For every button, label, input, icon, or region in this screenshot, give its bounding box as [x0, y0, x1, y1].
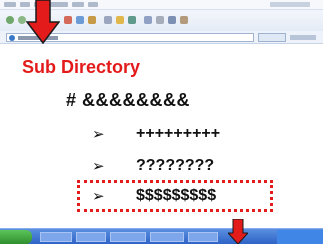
- edit-icon[interactable]: [168, 16, 176, 24]
- arrow-bullet-icon: ➢: [92, 125, 105, 143]
- taskbar-item[interactable]: [76, 232, 106, 242]
- callout-arrow-down-icon: [228, 219, 248, 244]
- favorites-icon[interactable]: [116, 16, 124, 24]
- forward-icon[interactable]: [18, 16, 26, 24]
- taskbar: [0, 228, 323, 244]
- callout-arrow-down-icon: [26, 0, 60, 44]
- stop-icon[interactable]: [64, 16, 72, 24]
- start-button[interactable]: [0, 230, 32, 244]
- print-icon[interactable]: [156, 16, 164, 24]
- links-toolbar[interactable]: [290, 35, 316, 40]
- slide-title: Sub Directory: [22, 57, 141, 77]
- home-icon[interactable]: [88, 16, 96, 24]
- back-icon[interactable]: [6, 16, 14, 24]
- page-icon: [9, 35, 15, 41]
- history-icon[interactable]: [128, 16, 136, 24]
- bullet-item: ➢ +++++++++: [92, 123, 220, 145]
- highlight-box: [77, 180, 273, 212]
- system-tray[interactable]: [277, 230, 323, 244]
- mail-icon[interactable]: [144, 16, 152, 24]
- bullet-text: +++++++++: [136, 125, 221, 142]
- discuss-icon[interactable]: [180, 16, 188, 24]
- taskbar-item[interactable]: [150, 232, 184, 242]
- taskbar-item[interactable]: [40, 232, 72, 242]
- arrow-bullet-icon: ➢: [92, 157, 105, 175]
- bullet-item: ➢ ????????: [92, 155, 214, 177]
- search-icon[interactable]: [104, 16, 112, 24]
- slide-heading: # &&&&&&&&: [66, 90, 191, 110]
- refresh-icon[interactable]: [76, 16, 84, 24]
- go-button[interactable]: [258, 33, 286, 42]
- taskbar-item[interactable]: [188, 232, 218, 242]
- bullet-text: ????????: [136, 157, 215, 174]
- taskbar-item[interactable]: [110, 232, 146, 242]
